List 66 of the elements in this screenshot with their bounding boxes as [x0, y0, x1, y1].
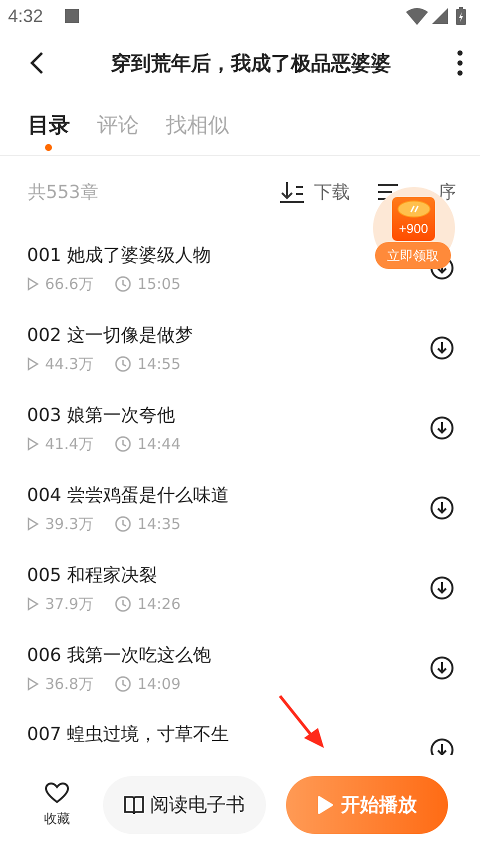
reward-amount: +900 [398, 221, 428, 236]
download-icon [430, 496, 454, 520]
chapter-duration: 15:05 [137, 275, 181, 293]
battery-icon [456, 7, 466, 25]
download-button[interactable] [430, 336, 454, 360]
play-count: 37.9万 [45, 594, 94, 614]
chapter-title[interactable]: 001 她成了婆婆级人物 [27, 242, 212, 266]
download-icon [430, 416, 454, 440]
play-count: 39.3万 [45, 514, 94, 534]
download-button[interactable]: 下载 [280, 180, 350, 204]
clock-icon [115, 596, 132, 612]
play-icon [27, 677, 39, 691]
download-button[interactable] [430, 656, 454, 680]
play-count: 41.4万 [45, 434, 94, 454]
chapter-duration: 14:09 [137, 675, 181, 693]
play-count: 36.8万 [45, 674, 94, 694]
play-icon [27, 597, 39, 611]
pointer-arrow [278, 694, 326, 750]
play-icon [27, 517, 39, 531]
play-icon [27, 437, 39, 451]
download-button[interactable] [430, 738, 454, 755]
signal-icon [432, 8, 448, 24]
wifi-icon [406, 7, 428, 25]
book-title: 穿到荒年后，我成了极品恶婆婆 [110, 50, 392, 76]
play-count: 66.6万 [45, 274, 94, 294]
favorite-button[interactable]: 收藏 [44, 782, 70, 828]
heart-icon [45, 782, 69, 804]
clock-icon [115, 516, 132, 532]
download-icon [430, 656, 454, 680]
read-ebook-button[interactable]: 阅读电子书 [103, 776, 266, 834]
clock-icon [115, 356, 132, 372]
download-button[interactable] [430, 496, 454, 520]
download-icon [430, 576, 454, 600]
more-icon [456, 50, 464, 76]
download-button[interactable] [430, 416, 454, 440]
chapter-title[interactable]: 003 娘第一次夸他 [27, 402, 176, 426]
play-count: 44.3万 [45, 354, 94, 374]
chapter-title[interactable]: 005 和程家决裂 [27, 562, 158, 586]
chapter-duration: 14:44 [137, 435, 181, 453]
clock-icon [115, 436, 132, 452]
coin-icon [396, 200, 430, 218]
play-icon [27, 277, 39, 291]
status-time: 4:32 [8, 6, 44, 26]
download-icon [430, 738, 454, 755]
play-icon [27, 357, 39, 371]
chapter-duration: 14:55 [137, 355, 181, 373]
play-icon [317, 796, 333, 814]
active-tab-dot [45, 144, 52, 151]
chapter-duration: 14:26 [137, 595, 181, 613]
download-list-icon [280, 181, 304, 203]
clock-icon [115, 676, 132, 692]
tab[interactable]: 目录 [28, 110, 70, 140]
chapter-title[interactable]: 006 我第一次吃这么饱 [27, 642, 212, 666]
notification-icon [65, 9, 80, 23]
download-button[interactable] [430, 576, 454, 600]
more-button[interactable] [456, 50, 464, 76]
back-icon [28, 51, 46, 75]
chapter-duration: 14:35 [137, 515, 181, 533]
back-button[interactable] [28, 51, 46, 75]
chapter-title[interactable]: 004 尝尝鸡蛋是什么味道 [27, 482, 230, 506]
chapter-title[interactable]: 002 这一切像是做梦 [27, 322, 194, 346]
download-icon [430, 336, 454, 360]
chapter-title[interactable]: 007 蝗虫过境，寸草不生 [27, 722, 230, 746]
clock-icon [115, 276, 132, 292]
book-icon [124, 795, 144, 815]
chapter-count: 共553章 [28, 181, 100, 204]
